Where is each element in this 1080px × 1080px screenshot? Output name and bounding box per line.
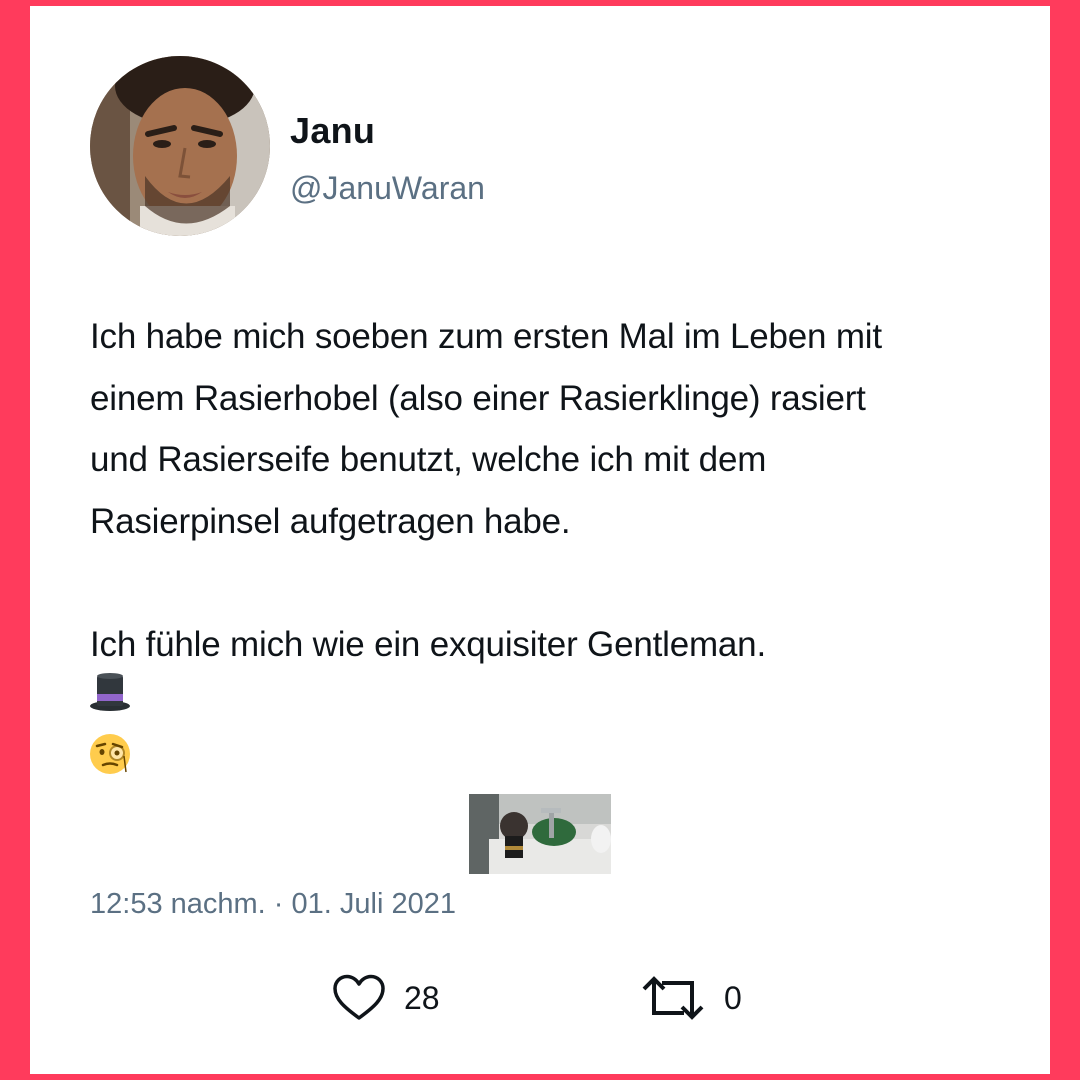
display-name[interactable]: Janu [290, 110, 375, 152]
retweet-count: 0 [724, 979, 742, 1016]
like-count: 28 [404, 979, 440, 1016]
face-with-monocle-icon [88, 732, 136, 780]
tweet-timestamp[interactable]: 12:53 nachm. · 01. Juli 2021 [90, 888, 456, 921]
avatar[interactable] [90, 56, 270, 236]
tweet-card: Janu @JanuWaran Ich habe mich soeben zum… [30, 6, 1050, 1074]
shaving-photo [469, 794, 611, 874]
user-handle[interactable]: @JanuWaran [290, 170, 485, 207]
heart-icon [333, 974, 385, 1020]
retweet-icon [642, 976, 704, 1020]
tweet-text: Ich habe mich soeben zum ersten Mal im L… [90, 317, 882, 664]
top-hat-icon [88, 670, 136, 718]
avatar-image [90, 56, 270, 236]
tweet-media-thumbnail[interactable] [469, 794, 611, 874]
retweet-button[interactable]: 0 [640, 970, 742, 1026]
like-button[interactable]: 28 [332, 970, 440, 1026]
